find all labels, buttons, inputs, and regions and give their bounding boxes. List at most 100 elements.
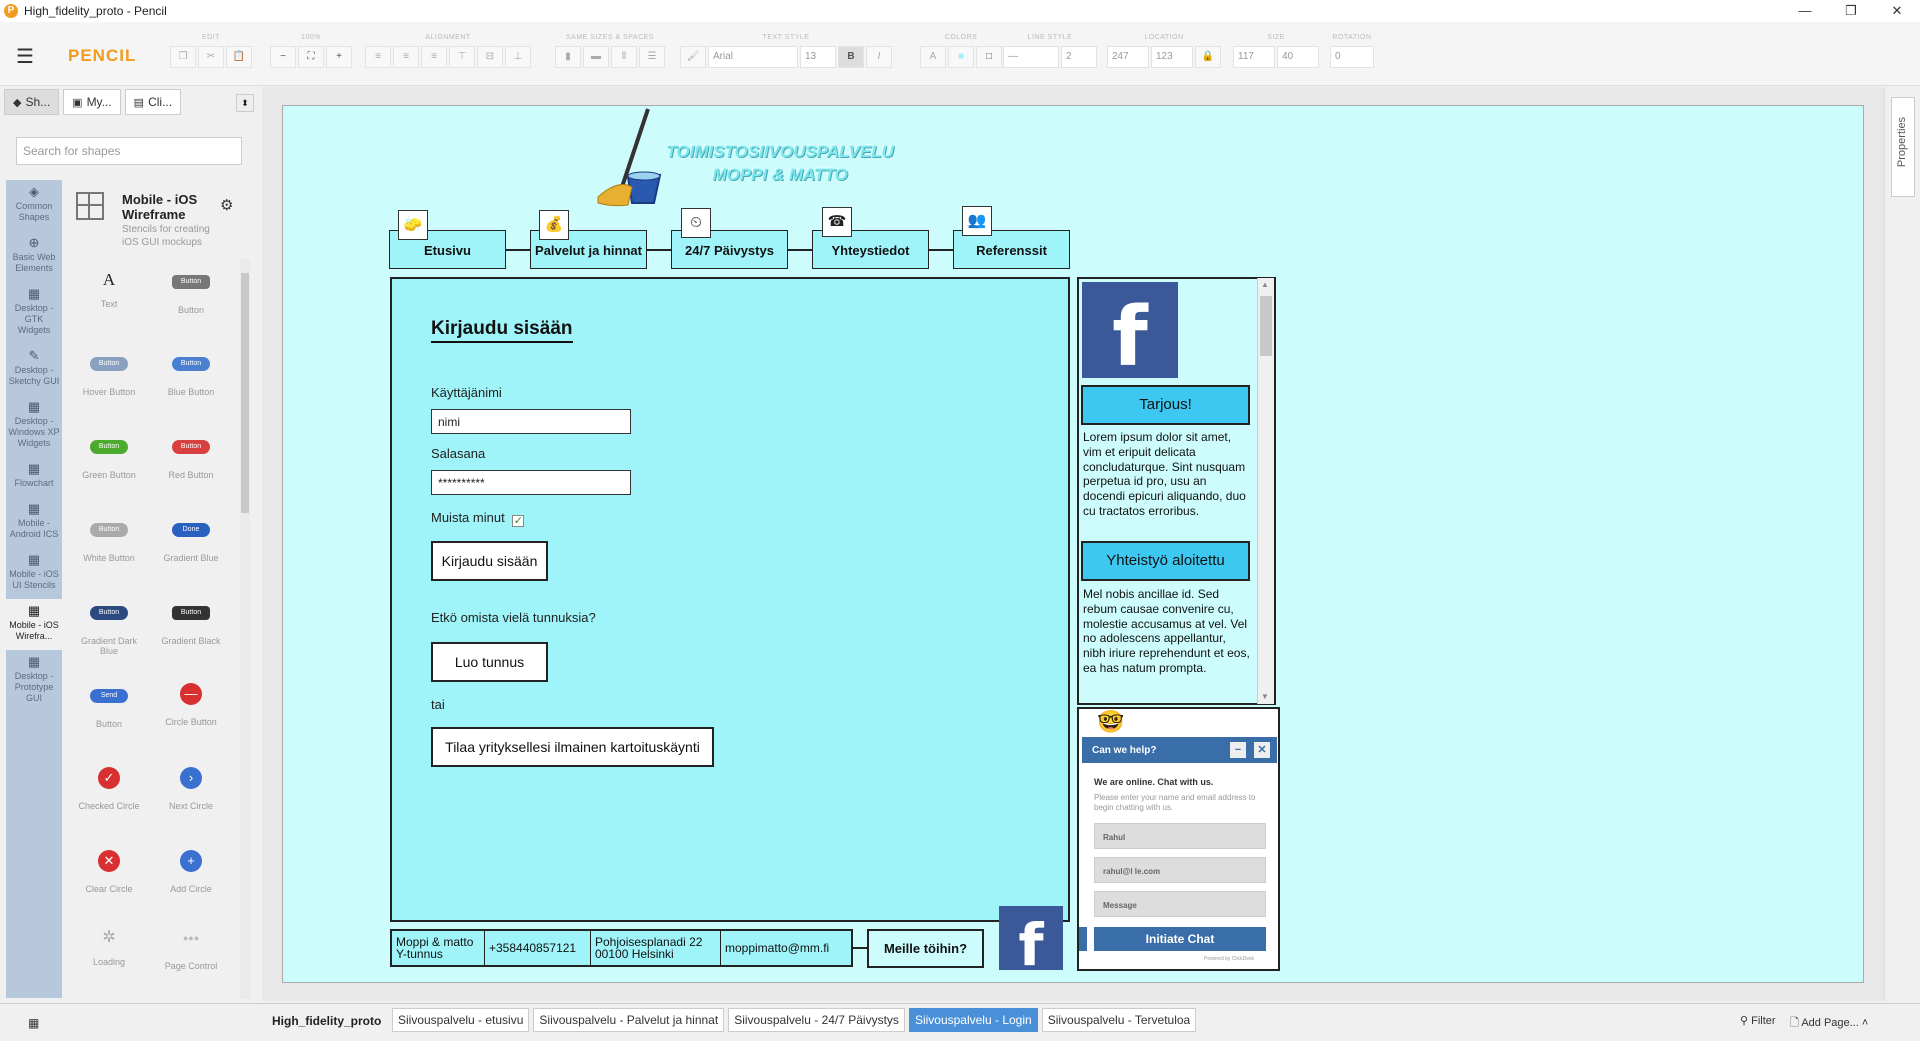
jobs-button[interactable]: Meille töihin?	[867, 929, 984, 968]
create-account-button[interactable]: Luo tunnus	[431, 642, 548, 682]
page-tab-login[interactable]: Siivouspalvelu - Login	[908, 1008, 1038, 1032]
fit-icon[interactable]: ⛶	[298, 46, 324, 68]
fill-color-icon[interactable]: ■	[948, 46, 974, 68]
category-android[interactable]: ▦ Mobile - Android ICS	[6, 497, 62, 548]
tab-my-collections[interactable]: ▣ My...	[63, 89, 121, 115]
money-bag-icon[interactable]: 💰	[539, 210, 569, 240]
chat-name-input[interactable]: Rahul	[1094, 823, 1266, 849]
shape-red-button[interactable]: Button Red Button	[158, 440, 224, 480]
category-prototype[interactable]: ▦ Desktop - Prototype GUI	[6, 650, 62, 712]
side-panel-scrollbar[interactable]: ▲ ▼	[1257, 278, 1274, 704]
shape-gradient-blue[interactable]: Done Gradient Blue	[158, 523, 224, 563]
format-painter-icon[interactable]: 🖌	[680, 46, 706, 68]
category-sketchy[interactable]: ✎ Desktop - Sketchy GUI	[6, 344, 62, 395]
page-tab-tervetuloa[interactable]: Siivouspalvelu - Tervetuloa	[1041, 1008, 1197, 1032]
gear-icon[interactable]: ⚙	[220, 196, 233, 214]
category-basic-web[interactable]: ⊕ Basic Web Elements	[6, 231, 62, 282]
location-y-field[interactable]: 123	[1151, 46, 1193, 68]
line-width-field[interactable]: 2	[1061, 46, 1097, 68]
free-visit-button[interactable]: Tilaa yrityksellesi ilmainen kartoituskä…	[431, 727, 714, 767]
location-x-field[interactable]: 247	[1107, 46, 1149, 68]
shape-text[interactable]: A Text	[76, 271, 142, 309]
same-width-icon[interactable]: ▮	[555, 46, 581, 68]
scroll-up-icon[interactable]: ▲	[1261, 280, 1269, 289]
align-right-icon[interactable]: ≡	[421, 46, 447, 68]
shape-green-button[interactable]: Button Green Button	[76, 440, 142, 480]
category-flowchart[interactable]: ▦ Flowchart	[6, 457, 62, 497]
space-h-icon[interactable]: ⫴	[611, 46, 637, 68]
chat-message-input[interactable]: Message	[1094, 891, 1266, 917]
category-ios-wireframe[interactable]: ▦ Mobile - iOS Wirefra...	[6, 599, 62, 650]
chat-minimize-icon[interactable]: −	[1230, 742, 1246, 758]
cut-icon[interactable]: ✂	[198, 46, 224, 68]
facebook-footer-icon[interactable]: f	[999, 906, 1063, 979]
page-tab-palvelut[interactable]: Siivouspalvelu - Palvelut ja hinnat	[533, 1008, 725, 1032]
paste-icon[interactable]: 📋	[226, 46, 252, 68]
footer-email[interactable]: moppimatto@mm.fi	[721, 931, 851, 965]
offer-button[interactable]: Tarjous!	[1081, 385, 1250, 425]
shape-send-button[interactable]: Send Button	[76, 689, 142, 729]
align-bottom-icon[interactable]: ⊥	[505, 46, 531, 68]
copy-icon[interactable]: ❐	[170, 46, 196, 68]
scroll-down-icon[interactable]: ▼	[1261, 692, 1269, 701]
italic-button[interactable]: I	[866, 46, 892, 68]
shape-white-button[interactable]: Button White Button	[76, 523, 142, 563]
category-winxp[interactable]: ▦ Desktop - Windows XP Widgets	[6, 395, 62, 457]
close-button[interactable]: ✕	[1874, 0, 1920, 22]
shape-gradient-black[interactable]: Button Gradient Black	[158, 606, 224, 646]
chat-close-icon[interactable]: ✕	[1254, 742, 1270, 758]
people-icon[interactable]: 👥	[962, 206, 992, 236]
gallery-scrollbar[interactable]	[240, 259, 250, 999]
shape-button[interactable]: Button Button	[158, 275, 224, 315]
facebook-icon[interactable]: f	[1082, 282, 1178, 385]
lock-icon[interactable]: 🔒	[1195, 46, 1221, 68]
category-gtk[interactable]: ▦ Desktop - GTK Widgets	[6, 282, 62, 344]
rotation-field[interactable]: 0	[1330, 46, 1374, 68]
remember-checkbox[interactable]: ✓	[512, 515, 525, 527]
grid-view-icon[interactable]: ▦	[28, 1016, 39, 1030]
scrollbar-thumb[interactable]	[1260, 296, 1272, 356]
minimize-button[interactable]: —	[1782, 0, 1828, 22]
username-input[interactable]: nimi	[431, 409, 631, 434]
zoom-in-icon[interactable]: +	[326, 46, 352, 68]
restore-button[interactable]: ❐	[1828, 0, 1874, 22]
shape-add-circle[interactable]: + Add Circle	[158, 850, 224, 894]
align-top-icon[interactable]: ⊤	[449, 46, 475, 68]
initiate-chat-button[interactable]: Initiate Chat	[1094, 927, 1266, 951]
project-name[interactable]: High_fidelity_proto	[272, 1014, 381, 1028]
properties-tab[interactable]: Properties	[1891, 97, 1915, 197]
size-w-field[interactable]: 117	[1233, 46, 1275, 68]
chat-side-tab[interactable]	[1079, 927, 1087, 951]
shape-hover-button[interactable]: Button Hover Button	[76, 357, 142, 397]
login-button[interactable]: Kirjaudu sisään	[431, 541, 548, 581]
page-tab-etusivu[interactable]: Siivouspalvelu - etusivu	[392, 1008, 530, 1032]
align-center-icon[interactable]: ≡	[393, 46, 419, 68]
text-color-icon[interactable]: A	[920, 46, 946, 68]
category-ios-ui[interactable]: ▦ Mobile - iOS UI Stencils	[6, 548, 62, 599]
zoom-out-icon[interactable]: −	[270, 46, 296, 68]
password-input[interactable]: **********	[431, 470, 631, 495]
phone-icon[interactable]: ☎	[822, 207, 852, 237]
cooperation-button[interactable]: Yhteistyö aloitettu	[1081, 541, 1250, 581]
tab-shapes[interactable]: ◆ Sh...	[4, 89, 60, 115]
shape-checked-circle[interactable]: ✓ Checked Circle	[76, 767, 142, 811]
line-style-select[interactable]: —	[1003, 46, 1059, 68]
tab-clipart[interactable]: ▤ Cli...	[124, 89, 182, 115]
add-page-button[interactable]: 🗋 Add Page... ˄	[1790, 1014, 1868, 1033]
chat-email-input[interactable]: rahul@l le.com	[1094, 857, 1266, 883]
filter-button[interactable]: ⚲ Filter	[1740, 1014, 1776, 1027]
same-height-icon[interactable]: ▬	[583, 46, 609, 68]
shape-blue-button[interactable]: Button Blue Button	[158, 357, 224, 397]
shape-next-circle[interactable]: › Next Circle	[158, 767, 224, 811]
company-logo-text[interactable]: TOIMISTOSIIVOUSPALVELU MOPPI & MATTO	[650, 140, 910, 186]
space-v-icon[interactable]: ☰	[639, 46, 665, 68]
pin-icon[interactable]: ⬍	[236, 94, 254, 112]
align-left-icon[interactable]: ≡	[365, 46, 391, 68]
remember-me[interactable]: Muista minut ✓	[431, 510, 525, 527]
shape-clear-circle[interactable]: ✕ Clear Circle	[76, 850, 142, 894]
shape-circle-button[interactable]: — Circle Button	[158, 683, 224, 727]
category-common-shapes[interactable]: ◈ Common Shapes	[6, 180, 62, 231]
cleaning-hand-icon[interactable]: 🧽	[398, 210, 428, 240]
size-h-field[interactable]: 40	[1277, 46, 1319, 68]
scrollbar-thumb[interactable]	[241, 273, 249, 513]
